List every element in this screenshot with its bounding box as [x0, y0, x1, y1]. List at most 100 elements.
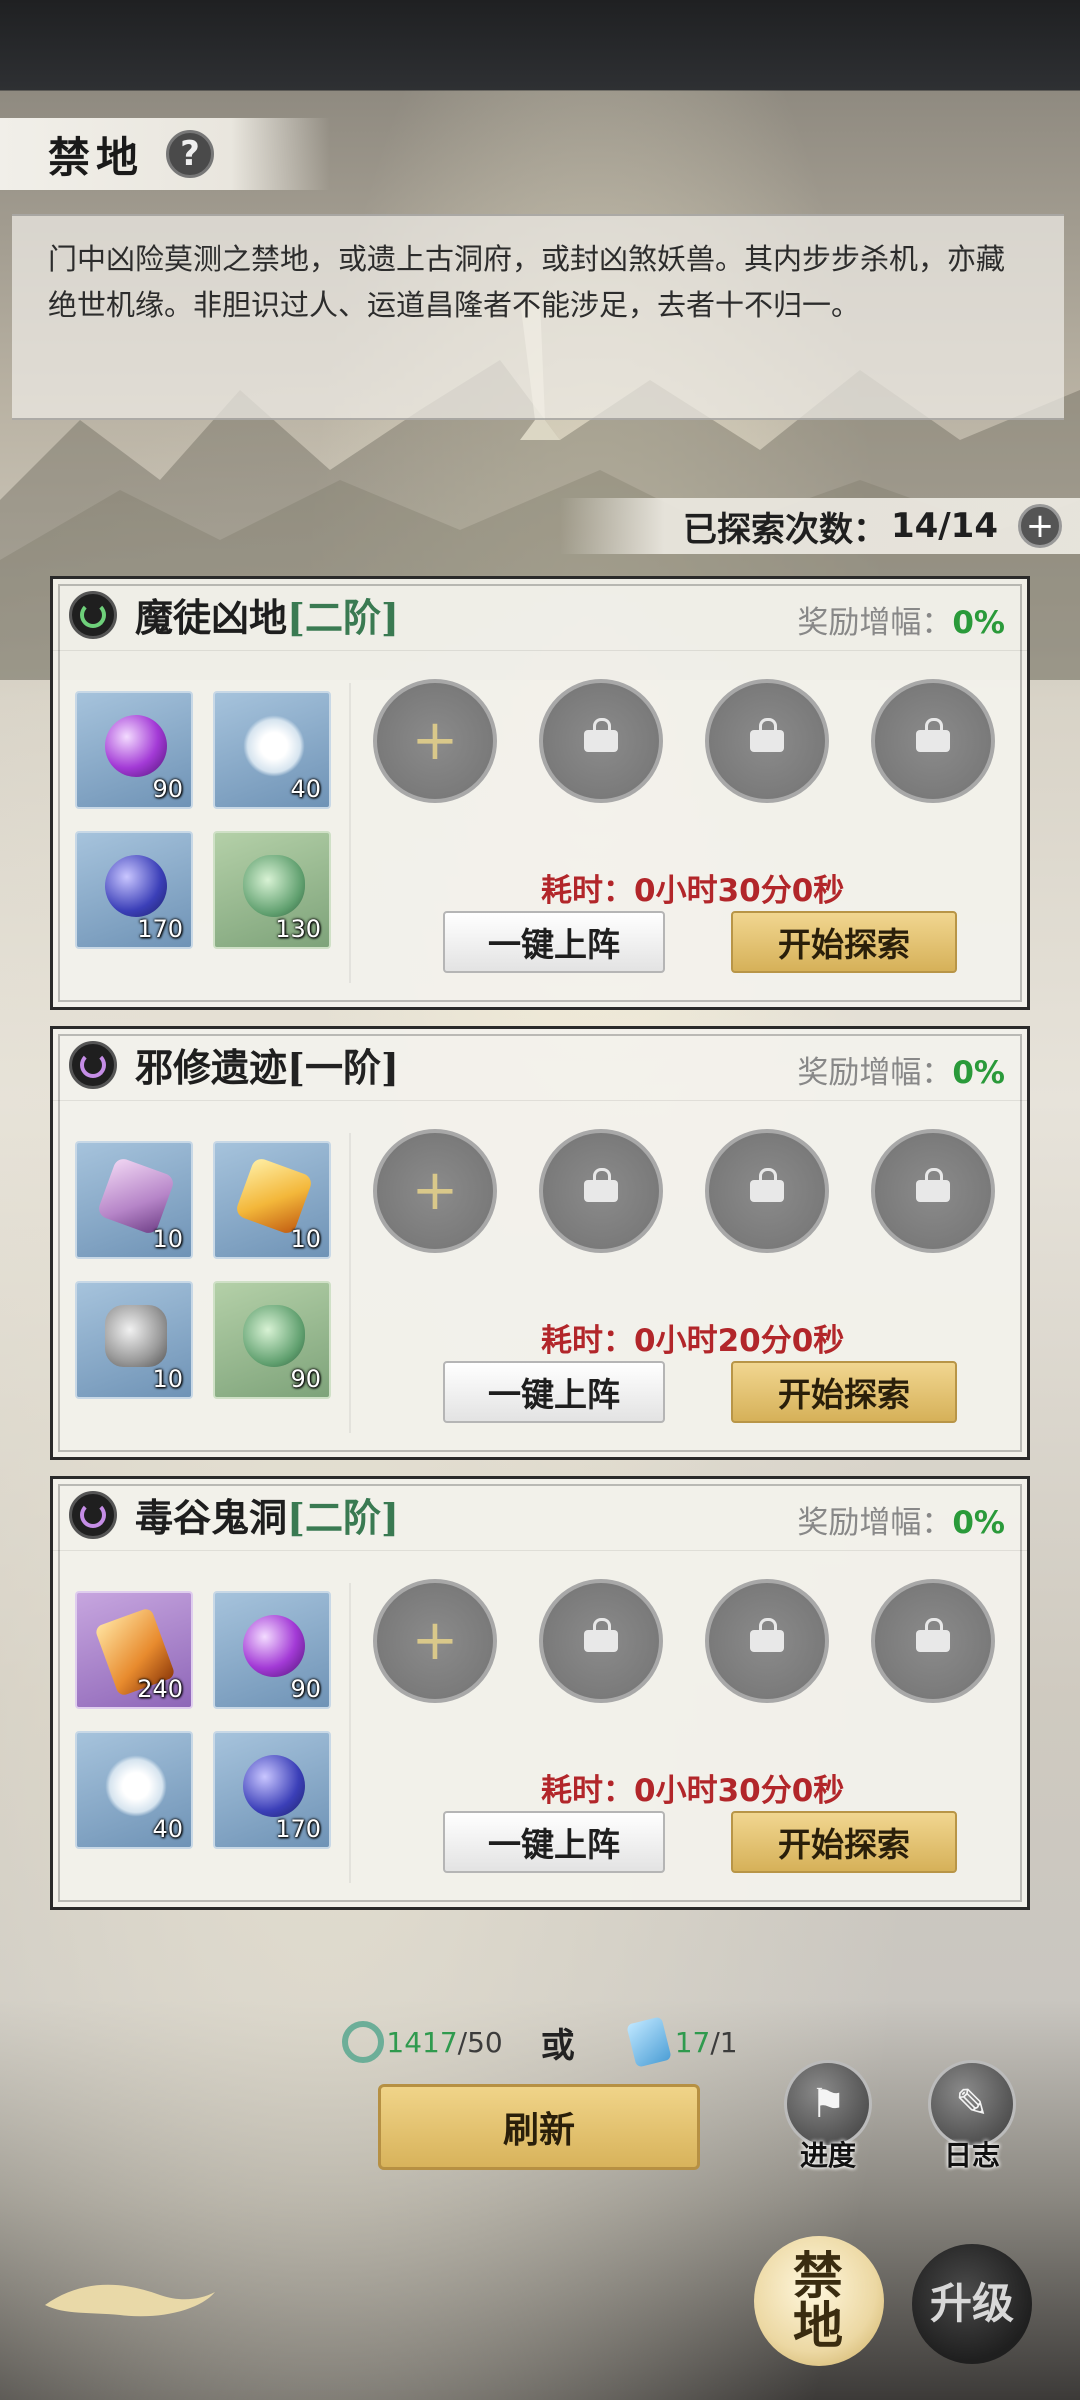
zone-tier: [二阶]	[287, 595, 399, 640]
reward-bonus-value: 0%	[952, 1055, 1005, 1091]
team-slot-locked[interactable]	[705, 679, 829, 803]
team-slot-locked[interactable]	[705, 1129, 829, 1253]
reward-items: 10 10 10 90	[75, 1141, 335, 1431]
item-quantity: 240	[137, 1675, 183, 1703]
team-slot-add[interactable]: +	[373, 679, 497, 803]
refresh-cost: 1417 /50 或 17 /1	[0, 2014, 1080, 2070]
explore-count-value: 14/14	[890, 506, 998, 546]
log-button[interactable]: ✎ 日志	[924, 2060, 1020, 2174]
reward-item[interactable]: 90	[213, 1281, 331, 1399]
jade-gourd-icon	[243, 855, 305, 917]
add-explore-count-button[interactable]: +	[1018, 504, 1062, 548]
nav-upgrade[interactable]: 升级	[912, 2244, 1032, 2364]
zone-name: 邪修遗迹	[135, 1045, 288, 1090]
blue-berries-icon	[105, 855, 167, 917]
reward-item[interactable]: 240	[75, 1591, 193, 1709]
item-quantity: 90	[290, 1365, 321, 1393]
purple-crystal-icon	[96, 1156, 176, 1236]
reward-bonus-value: 0%	[952, 1505, 1005, 1541]
team-slot-add[interactable]: +	[373, 1579, 497, 1703]
zone-card-header: 魔徒凶地 [二阶] 奖励增幅：0%	[53, 579, 1027, 651]
team-slot-locked[interactable]	[871, 1579, 995, 1703]
reward-item[interactable]: 40	[75, 1731, 193, 1849]
start-explore-button[interactable]: 开始探索	[731, 1361, 957, 1423]
card-divider	[349, 683, 351, 983]
quick-deploy-button[interactable]: 一键上阵	[443, 911, 665, 973]
start-explore-button[interactable]: 开始探索	[731, 1811, 957, 1873]
card-divider	[349, 1133, 351, 1433]
nav-forbidden-land[interactable]: 禁地	[754, 2236, 884, 2366]
reward-bonus-label: 奖励增幅：	[797, 605, 953, 641]
refresh-button[interactable]: 刷新	[378, 2084, 700, 2170]
plus-icon: +	[411, 1608, 459, 1673]
purple-orb-icon	[243, 1615, 305, 1677]
team-slot-locked[interactable]	[871, 1129, 995, 1253]
zone-tier: [一阶]	[287, 1045, 399, 1090]
item-quantity: 170	[275, 1815, 321, 1843]
item-quantity: 10	[152, 1225, 183, 1253]
start-explore-button[interactable]: 开始探索	[731, 911, 957, 973]
item-quantity: 40	[290, 775, 321, 803]
item-quantity: 90	[152, 775, 183, 803]
item-quantity: 170	[137, 915, 183, 943]
zone-tier: [二阶]	[287, 1495, 399, 1540]
time-cost: 耗时：0小时30分0秒	[541, 865, 844, 910]
reward-item[interactable]: 40	[213, 691, 331, 809]
item-quantity: 130	[275, 915, 321, 943]
help-icon[interactable]: ?	[166, 130, 215, 178]
zone-card-header: 毒谷鬼洞 [二阶] 奖励增幅：0%	[53, 1479, 1027, 1551]
team-slot-locked[interactable]	[539, 679, 663, 803]
cost-or: 或	[540, 2025, 575, 2066]
team-slot-add[interactable]: +	[373, 1129, 497, 1253]
time-value: 0小时30分0秒	[634, 1773, 845, 1809]
time-label: 耗时：	[541, 873, 634, 909]
reward-bonus-label: 奖励增幅：	[797, 1055, 953, 1091]
reward-item[interactable]: 10	[75, 1281, 193, 1399]
white-flower-icon	[105, 1755, 167, 1817]
ticket-icon	[625, 2016, 672, 2068]
description-panel: 门中凶险莫测之禁地，或遗上古洞府，或封凶煞妖兽。其内步步杀机，亦藏绝世机缘。非胆…	[12, 214, 1064, 420]
team-slot-locked[interactable]	[539, 1129, 663, 1253]
plus-icon: +	[411, 708, 459, 773]
lock-icon	[584, 1618, 618, 1652]
team-slot-locked[interactable]	[705, 1579, 829, 1703]
reward-item[interactable]: 170	[75, 831, 193, 949]
nav-forbidden-label: 禁地	[793, 2246, 845, 2355]
reward-items: 240 90 40 170	[75, 1591, 335, 1881]
item-quantity: 90	[290, 1675, 321, 1703]
lock-icon	[750, 1168, 784, 1202]
reward-bonus: 奖励增幅：0%	[797, 597, 1005, 642]
purple-orb-icon	[105, 715, 167, 777]
reward-bonus-value: 0%	[952, 605, 1005, 641]
time-cost: 耗时：0小时20分0秒	[541, 1315, 844, 1360]
reward-item[interactable]: 10	[75, 1141, 193, 1259]
explore-count-label: 已探索次数：	[682, 509, 887, 550]
progress-button[interactable]: ⚑ 进度	[780, 2060, 876, 2174]
zone-card-header: 邪修遗迹 [一阶] 奖励增幅：0%	[53, 1029, 1027, 1101]
reward-bonus: 奖励增幅：0%	[797, 1497, 1005, 1542]
lock-icon	[584, 1168, 618, 1202]
team-slot-locked[interactable]	[539, 1579, 663, 1703]
reward-bonus-label: 奖励增幅：	[797, 1505, 953, 1541]
reward-item[interactable]: 170	[213, 1731, 331, 1849]
lock-icon	[916, 718, 950, 752]
lock-icon	[916, 1618, 950, 1652]
reward-item[interactable]: 130	[213, 831, 331, 949]
reward-bonus: 奖励增幅：0%	[797, 1047, 1005, 1092]
zone-card-1: 魔徒凶地 [二阶] 奖励增幅：0% 90 40 170 130 + 耗时：0小时…	[50, 576, 1030, 1010]
item-quantity: 40	[152, 1815, 183, 1843]
jade-have: 1417	[386, 2025, 458, 2059]
reward-item[interactable]: 10	[213, 1141, 331, 1259]
lock-icon	[750, 1618, 784, 1652]
team-slot-locked[interactable]	[871, 679, 995, 803]
explore-count-bar: 已探索次数： 14/14 +	[560, 498, 1080, 554]
quick-deploy-button[interactable]: 一键上阵	[443, 1811, 665, 1873]
time-label: 耗时：	[541, 1773, 634, 1809]
jade-gourd-icon	[243, 1305, 305, 1367]
reward-item[interactable]: 90	[75, 691, 193, 809]
quick-deploy-button[interactable]: 一键上阵	[443, 1361, 665, 1423]
item-quantity: 10	[152, 1365, 183, 1393]
ticket-need: /1	[710, 2025, 738, 2059]
reward-item[interactable]: 90	[213, 1591, 331, 1709]
zone-name: 毒谷鬼洞	[135, 1495, 288, 1540]
